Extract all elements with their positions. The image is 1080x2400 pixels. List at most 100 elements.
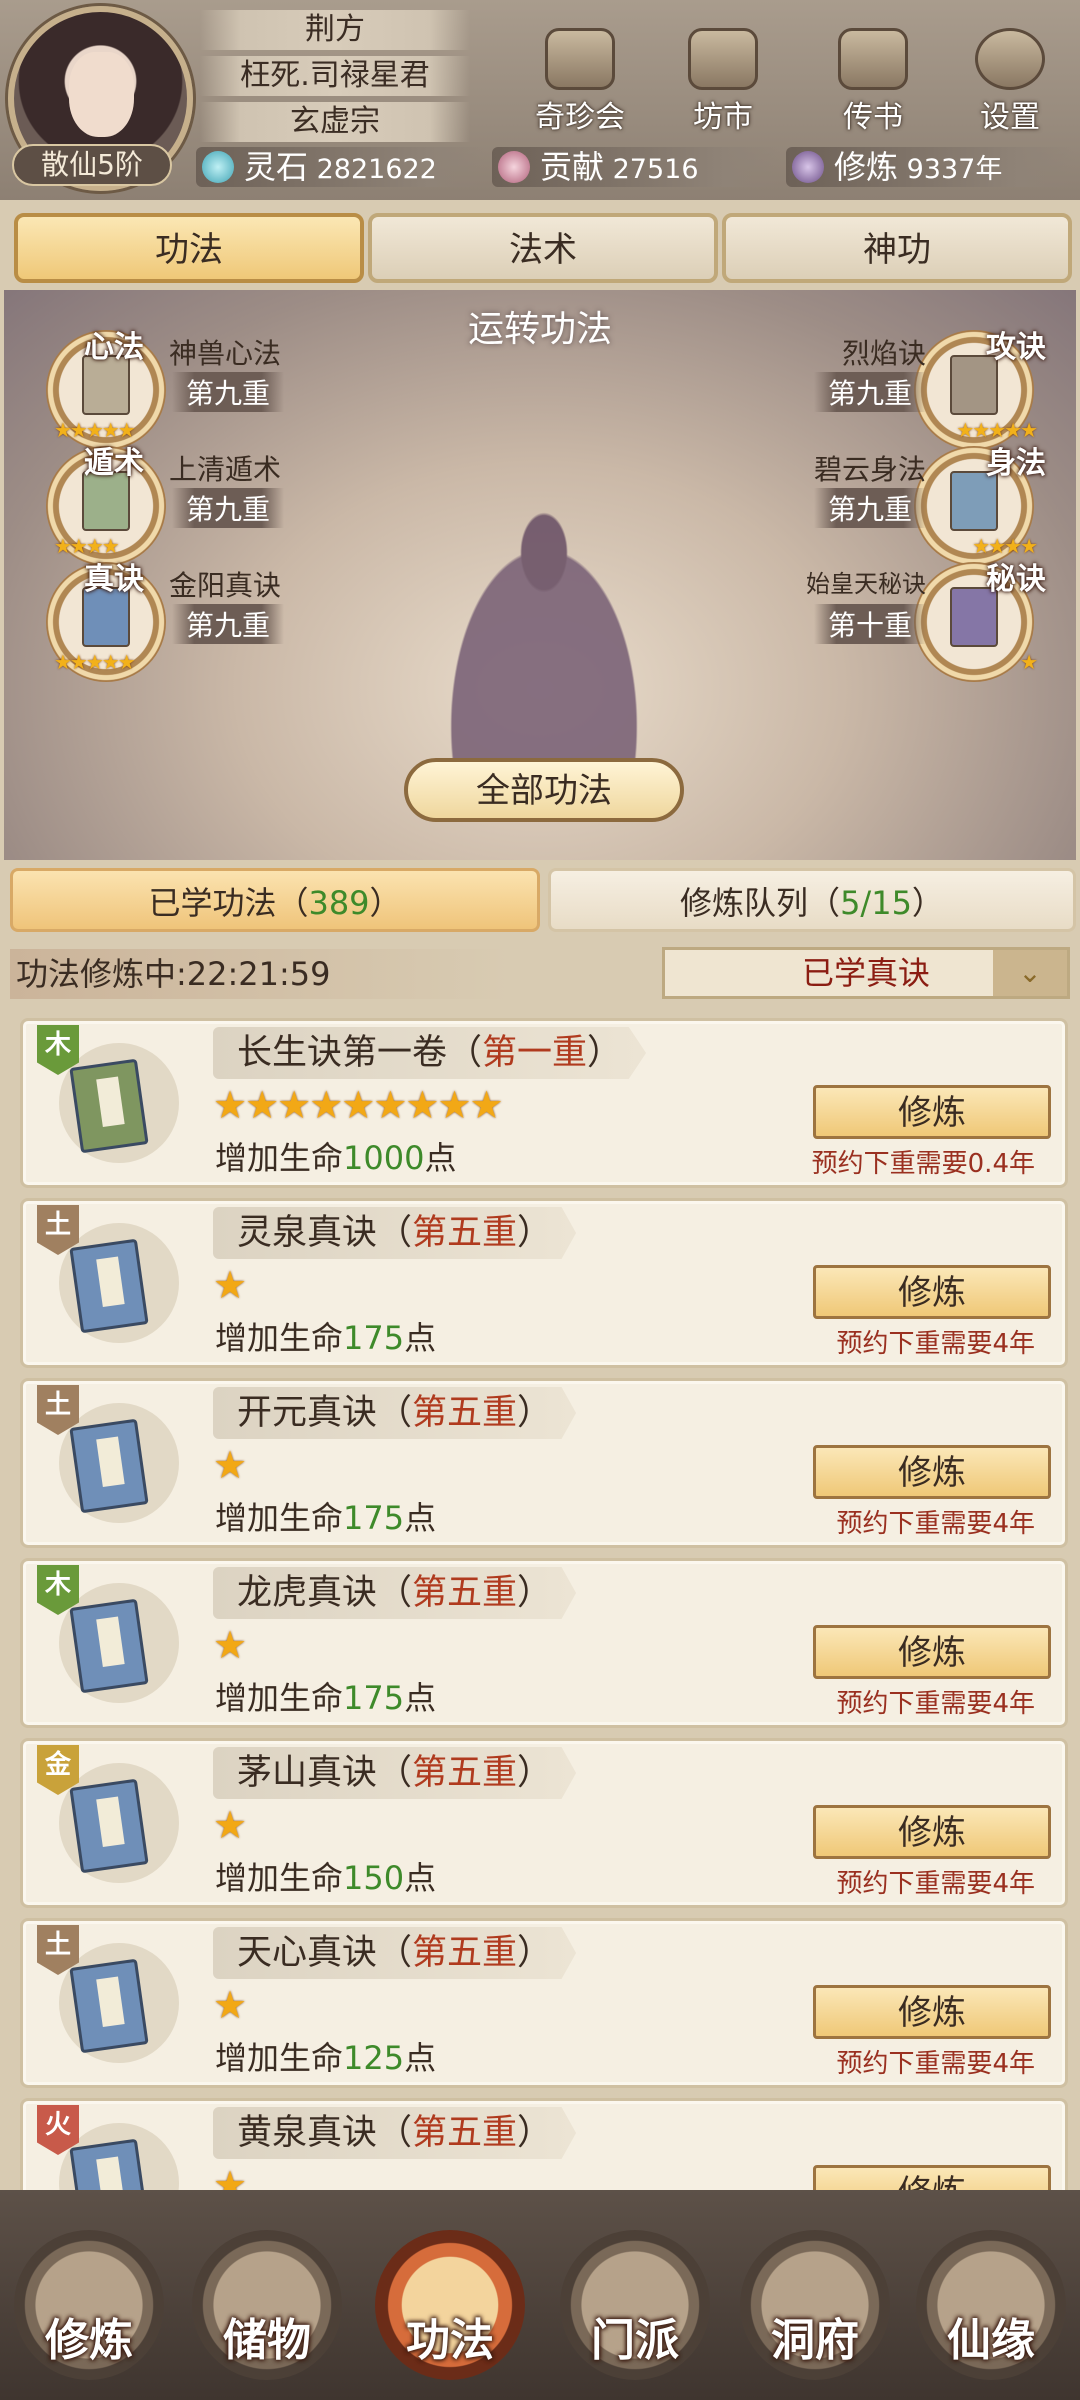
technique-card[interactable]: 金茅山真诀（第五重） ★ 增加生命150点 修炼 预约下重需要4年 xyxy=(20,1738,1068,1908)
tab-divine-arts[interactable]: 神功 xyxy=(722,213,1072,283)
technique-card[interactable]: 火黄泉真诀（第五重）★修炼 xyxy=(20,2098,1068,2190)
all-techniques-button[interactable]: 全部功法 xyxy=(404,758,684,822)
slot-level: 第九重 xyxy=(813,488,926,528)
slot-type: 秘诀 xyxy=(986,562,1046,597)
slot-name: 碧云身法 xyxy=(813,453,926,486)
slot-mind-method[interactable]: 心法 神兽心法 第九重 ★★★★★ xyxy=(4,330,364,450)
train-button[interactable]: 修炼 xyxy=(813,2165,1051,2190)
tab-learned-techniques[interactable]: 已学功法（389） xyxy=(10,868,540,932)
train-button[interactable]: 修炼 xyxy=(813,1445,1051,1499)
technique-effect: 增加生命125点 xyxy=(215,2033,436,2079)
technique-close: ） xyxy=(517,1753,553,1793)
spirit-stone-resource: 灵石 2821622 xyxy=(196,147,486,187)
mail-button[interactable]: 传书 xyxy=(818,28,928,138)
training-timer: 功法修炼中:22:21:59 xyxy=(10,949,510,999)
nav-label: 功法 xyxy=(406,2315,494,2366)
technique-card[interactable]: 土灵泉真诀（第五重） ★ 增加生命175点 修炼 预约下重需要4年 xyxy=(20,1198,1068,1368)
treasure-pavilion-button[interactable]: 奇珍会 xyxy=(525,28,635,138)
technique-name: 开元真诀（ xyxy=(237,1393,413,1433)
technique-name: 天心真诀（ xyxy=(237,1933,413,1973)
effect-unit: 点 xyxy=(404,2039,437,2077)
technique-scene: 运转功法 心法 神兽心法 第九重 ★★★★★ 攻诀 烈焰诀 第九重 ★★★★★ … xyxy=(4,290,1076,860)
technique-effect: 增加生命175点 xyxy=(215,1493,436,1539)
technique-name: 长生诀第一卷（ xyxy=(237,1033,483,1073)
learned-suffix: ） xyxy=(369,884,402,922)
technique-level: 第五重 xyxy=(412,1213,518,1253)
queue-label: 修炼队列（ xyxy=(680,884,841,922)
meditating-cultivator xyxy=(414,480,674,770)
effect-unit: 点 xyxy=(404,1679,437,1717)
effect-value: 125 xyxy=(343,2039,405,2077)
book-icon xyxy=(69,1238,149,1334)
contribution-icon xyxy=(498,151,530,183)
nav-label: 仙缘 xyxy=(947,2315,1035,2366)
technique-card[interactable]: 木龙虎真诀（第五重） ★ 增加生命175点 修炼 预约下重需要4年 xyxy=(20,1558,1068,1728)
technique-name: 灵泉真诀（ xyxy=(237,1213,413,1253)
technique-level: 第五重 xyxy=(412,1393,518,1433)
contribution-value: 27516 xyxy=(612,154,699,185)
technique-card[interactable]: 木长生诀第一卷（第一重） ★★★★★★★★★ 增加生命1000点 修炼 预约下重需要0.… xyxy=(20,1018,1068,1188)
queue-suffix: ） xyxy=(911,884,944,922)
train-button[interactable]: 修炼 xyxy=(813,1625,1051,1679)
next-level-note: 预约下重需要4年 xyxy=(836,2049,1035,2079)
effect-label: 增加生命 xyxy=(215,1319,344,1357)
market-button[interactable]: 坊市 xyxy=(668,28,778,138)
star-rating: ★★★★★ xyxy=(54,650,136,674)
slot-escape-art[interactable]: 遁术 上清遁术 第九重 ★★★★ xyxy=(4,446,364,566)
train-button[interactable]: 修炼 xyxy=(813,1265,1051,1319)
technique-name: 龙虎真诀（ xyxy=(237,1573,413,1613)
train-button[interactable]: 修炼 xyxy=(813,1085,1051,1139)
nav-storage[interactable]: 储物 xyxy=(192,2230,342,2380)
nav-techniques[interactable]: 功法 xyxy=(375,2230,525,2380)
technique-level: 第一重 xyxy=(482,1033,588,1073)
slot-attack-art[interactable]: 攻诀 烈焰诀 第九重 ★★★★★ xyxy=(716,330,1076,450)
tab-techniques[interactable]: 功法 xyxy=(14,213,364,283)
tab-training-queue[interactable]: 修炼队列（5/15） xyxy=(548,868,1076,932)
slot-movement-art[interactable]: 身法 碧云身法 第九重 ★★★★ xyxy=(716,446,1076,566)
slot-true-art[interactable]: 真诀 金阳真诀 第九重 ★★★★★ xyxy=(4,562,364,682)
effect-unit: 点 xyxy=(404,1859,437,1897)
technique-level: 第五重 xyxy=(412,2113,518,2153)
nav-sect[interactable]: 门派 xyxy=(560,2230,710,2380)
cultivation-resource: 修炼 9337年 xyxy=(786,147,1076,187)
effect-unit: 点 xyxy=(424,1139,457,1177)
technique-close: ） xyxy=(517,1213,553,1253)
nav-destiny[interactable]: 仙缘 xyxy=(916,2230,1066,2380)
technique-name: 茅山真诀（ xyxy=(237,1753,413,1793)
cultivation-label: 修炼 xyxy=(834,148,899,186)
market-icon xyxy=(688,28,758,90)
technique-title: 茅山真诀（第五重） xyxy=(213,1747,577,1799)
technique-card[interactable]: 土开元真诀（第五重） ★ 增加生命175点 修炼 预约下重需要4年 xyxy=(20,1378,1068,1548)
status-row: 功法修炼中:22:21:59 已学真诀 ⌄ xyxy=(10,945,1076,1003)
filter-dropdown[interactable]: 已学真诀 ⌄ xyxy=(662,947,1070,999)
tab-spells[interactable]: 法术 xyxy=(368,213,718,283)
train-button[interactable]: 修炼 xyxy=(813,1805,1051,1859)
next-level-note: 预约下重需要0.4年 xyxy=(811,1149,1035,1179)
slot-type: 心法 xyxy=(84,330,144,365)
player-title: 枉死.司禄星君 xyxy=(200,56,470,96)
effect-label: 增加生命 xyxy=(215,1139,344,1177)
settings-button[interactable]: 设置 xyxy=(955,28,1065,138)
market-label: 坊市 xyxy=(693,100,753,135)
nav-cave-dwelling[interactable]: 洞府 xyxy=(740,2230,890,2380)
star-rating: ★ xyxy=(213,1803,247,1847)
technique-card[interactable]: 土天心真诀（第五重） ★ 增加生命125点 修炼 预约下重需要4年 xyxy=(20,1918,1068,2088)
technique-close: ） xyxy=(517,1933,553,1973)
effect-value: 150 xyxy=(343,1859,405,1897)
learned-label: 已学功法（ xyxy=(148,884,309,922)
technique-list[interactable]: 木长生诀第一卷（第一重） ★★★★★★★★★ 增加生命1000点 修炼 预约下重需要0.… xyxy=(20,1018,1068,2190)
slot-name: 烈焰诀 xyxy=(841,337,926,370)
technique-effect: 增加生命1000点 xyxy=(215,1133,456,1179)
train-button[interactable]: 修炼 xyxy=(813,1985,1051,2039)
avatar-face xyxy=(69,52,134,137)
slot-secret-art[interactable]: 秘诀 始皇天秘诀 第十重 ★ xyxy=(716,562,1076,682)
technique-title: 长生诀第一卷（第一重） xyxy=(213,1027,647,1079)
slot-level: 第九重 xyxy=(172,372,285,412)
player-sect: 玄虚宗 xyxy=(200,102,470,142)
technique-title: 开元真诀（第五重） xyxy=(213,1387,577,1439)
technique-title: 龙虎真诀（第五重） xyxy=(213,1567,577,1619)
technique-level: 第五重 xyxy=(412,1753,518,1793)
treasure-pavilion-label: 奇珍会 xyxy=(535,100,625,135)
slot-level: 第十重 xyxy=(813,604,926,644)
nav-cultivate[interactable]: 修炼 xyxy=(14,2230,164,2380)
